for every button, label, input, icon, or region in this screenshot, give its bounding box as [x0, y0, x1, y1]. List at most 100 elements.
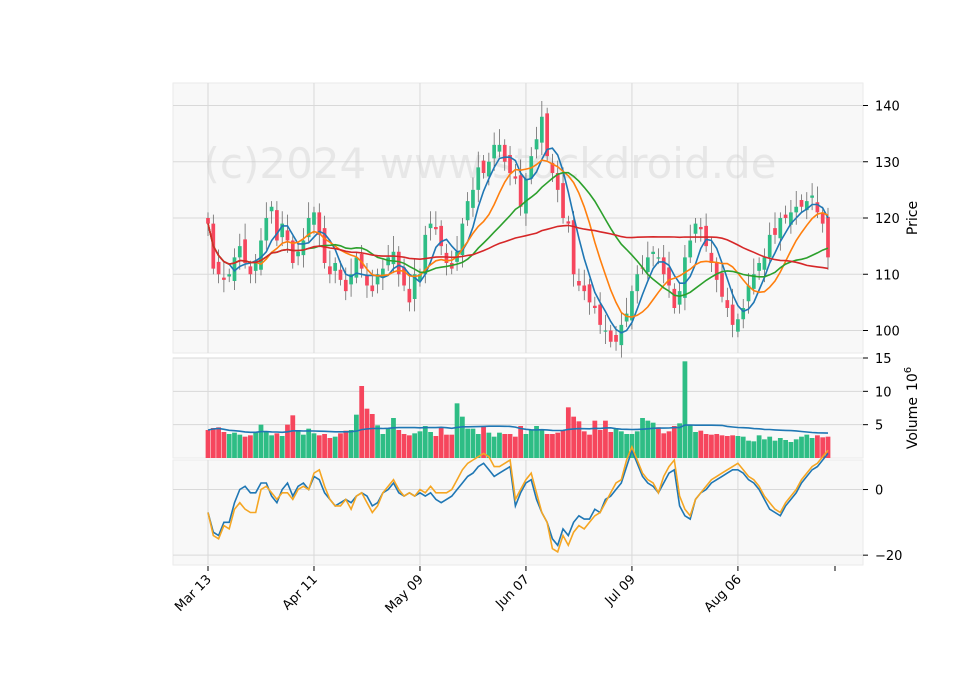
volume-bar [263, 431, 269, 458]
volume-bar [550, 434, 555, 458]
volume-bar [788, 442, 794, 458]
osc-y-tick-label: 0 [875, 484, 883, 499]
candle-body [248, 266, 253, 275]
candle-body [216, 261, 221, 275]
candle-body [656, 257, 661, 259]
volume-y-label: Volume106 [903, 367, 921, 449]
candle-body [365, 275, 369, 286]
volume-bar [804, 434, 810, 458]
volume-bar [316, 435, 322, 458]
candle-body [651, 251, 655, 254]
volume-panel: 5 10 15 Volume106 [172, 352, 921, 459]
volume-bar [385, 428, 391, 458]
candle-body [269, 206, 274, 212]
volume-bar [576, 421, 582, 458]
candle-body [428, 223, 433, 229]
volume-bar [565, 407, 571, 458]
candle-body [253, 263, 258, 271]
volume-bar [762, 439, 767, 458]
candle-body [635, 274, 640, 292]
volume-bar [348, 430, 354, 458]
candle-body [582, 285, 587, 292]
volume-bar [587, 434, 592, 458]
candle-body [672, 288, 677, 308]
candle-body [243, 239, 247, 263]
volume-bar [714, 434, 720, 458]
volume-bar [534, 426, 539, 458]
candle-body [592, 305, 597, 308]
candle-body [720, 273, 724, 297]
volume-bar [486, 432, 492, 458]
volume-bar [221, 432, 227, 458]
volume-bar [687, 424, 693, 458]
volume-bar [237, 434, 243, 458]
candle-body [587, 284, 592, 303]
volume-bar [809, 438, 815, 458]
volume-bar [279, 436, 285, 458]
volume-y-tick-label: 15 [875, 352, 892, 367]
volume-bar [401, 434, 407, 458]
volume-bar [783, 440, 788, 458]
volume-bar [248, 435, 253, 458]
volume-bar [560, 430, 566, 458]
volume-bar [603, 420, 608, 458]
volume-y-tick-label: 10 [875, 385, 892, 400]
candle-body [661, 257, 666, 275]
volume-y-tick-label: 5 [875, 419, 883, 434]
volume-bar [640, 418, 645, 458]
volume-bar [491, 436, 497, 458]
volume-bar [470, 428, 476, 458]
volume-bar [417, 431, 423, 458]
volume-bar [512, 436, 518, 458]
volume-bar [793, 439, 799, 458]
volume-bar [518, 426, 524, 458]
candle-body [730, 304, 735, 325]
price-y-tick-label: 130 [875, 156, 900, 171]
candle-body [471, 189, 475, 208]
volume-bar [724, 436, 730, 458]
candle-body [534, 139, 539, 150]
volume-bar [412, 433, 418, 458]
volume-bar [269, 435, 274, 458]
candle-body [407, 288, 412, 303]
volume-bar [438, 428, 444, 458]
volume-bar [772, 440, 778, 458]
volume-bar [396, 430, 402, 458]
volume-bar [698, 430, 704, 458]
candle-body [222, 277, 226, 280]
price-y-tick-label: 120 [875, 212, 900, 227]
volume-bar [465, 428, 471, 458]
volume-bar [428, 432, 433, 458]
candle-body [524, 178, 528, 214]
oscillator-plot-area [172, 459, 864, 566]
volume-bar [475, 434, 481, 458]
volume-bar [693, 432, 698, 458]
volume-bar [433, 436, 439, 458]
volume-bar [777, 438, 783, 458]
candle-body [502, 144, 507, 162]
volume-bar [523, 434, 529, 458]
candle-body [577, 281, 581, 286]
volume-bar [815, 435, 820, 458]
candle-body [619, 324, 624, 346]
volume-bar [767, 436, 773, 458]
volume-bar [391, 418, 396, 458]
volume-bar [258, 424, 264, 458]
volume-bar [799, 436, 804, 458]
volume-bar [756, 435, 762, 458]
volume-bar [353, 414, 359, 458]
volume-bar [295, 430, 301, 458]
candle-body [264, 218, 269, 241]
volume-bar [661, 433, 667, 458]
candle-body [285, 230, 290, 241]
candle-body [206, 218, 210, 224]
candle-body [757, 263, 761, 271]
candle-body [683, 257, 687, 298]
volume-bar [444, 434, 449, 458]
volume-bar [735, 436, 741, 458]
volume-bar [751, 441, 757, 458]
volume-bar [242, 436, 248, 458]
volume-bar [613, 428, 619, 458]
candle-body [518, 175, 523, 207]
candle-body [767, 234, 772, 258]
